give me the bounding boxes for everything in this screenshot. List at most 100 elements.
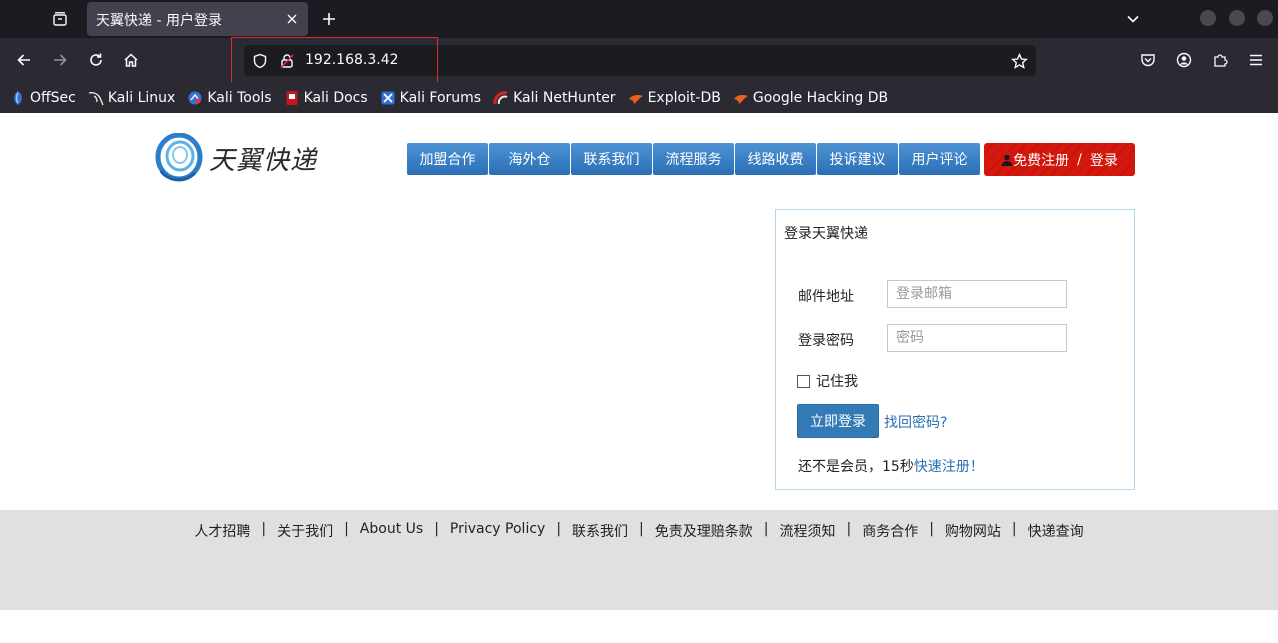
footer-link-about-us[interactable]: About Us [360,521,423,541]
bookmark-label: Exploit-DB [647,89,721,106]
footer-separator: | [1011,521,1017,537]
list-all-tabs-button[interactable] [1120,6,1146,32]
bookmark-offsec[interactable]: OffSec [10,90,76,106]
footer-link-careers[interactable]: 人才招聘 [194,521,250,541]
forward-button[interactable] [47,47,73,73]
bookmark-label: Kali Forums [399,89,482,106]
bookmark-label: Kali Docs [303,89,368,106]
bookmark-kali-docs[interactable]: Kali Docs [284,90,368,106]
login-submit-button[interactable]: 立即登录 [797,404,879,438]
bookmark-kali-nethunter[interactable]: Kali NetHunter [493,90,616,106]
arrow-left-icon [17,54,30,66]
tab-list-button[interactable] [44,6,76,32]
puzzle-icon [1214,54,1228,67]
remember-me[interactable]: 记住我 [797,371,858,391]
footer-link-business[interactable]: 商务合作 [862,521,918,541]
bookmark-kali-forums[interactable]: Kali Forums [380,90,481,106]
not-member-label: 还不是会员，15秒 [798,459,914,475]
footer-separator: | [556,521,562,537]
exploit-db-icon [628,90,644,106]
menu-item-franchise[interactable]: 加盟合作 [407,143,488,175]
footer-link-process[interactable]: 流程须知 [779,521,835,541]
login-label[interactable]: 登录 [1090,150,1118,170]
app-menu-button[interactable] [1243,47,1269,73]
plus-icon [323,13,335,25]
browser-tab-bar: 天翼快递 - 用户登录 [0,0,1278,38]
email-field[interactable] [887,280,1067,308]
remember-me-checkbox[interactable] [797,374,810,388]
logo-text: 天翼快递 [209,145,318,176]
back-button[interactable] [11,47,37,73]
star-icon [1010,52,1028,69]
url-text: 192.168.3.42 [305,52,399,68]
shield-icon [253,53,267,69]
window-minimize-button[interactable] [1200,10,1216,26]
bookmark-kali-linux[interactable]: Kali Linux [88,90,175,106]
password-field[interactable] [887,324,1067,352]
tracking-protection-button[interactable] [250,51,270,71]
footer-separator: | [344,521,349,537]
pocket-button[interactable] [1135,47,1161,73]
kali-dragon-icon [88,90,104,106]
footer-separator: | [639,521,644,537]
new-tab-button[interactable] [316,6,342,32]
tab-close-button[interactable] [282,9,302,29]
menu-item-process[interactable]: 流程服务 [653,143,734,175]
web-page: 天翼快递 加盟合作 海外仓 联系我们 流程服务 线路收费 投诉建议 用户评论 免… [0,113,1278,643]
menu-item-overseas-warehouse[interactable]: 海外仓 [489,143,570,175]
home-icon [124,53,138,67]
url-bar[interactable]: 192.168.3.42 [244,45,1036,76]
footer-link-privacy[interactable]: Privacy Policy [450,521,545,541]
site-logo[interactable]: 天翼快递 [155,133,325,183]
bookmark-exploit-db[interactable]: Exploit-DB [628,90,721,106]
account-button[interactable] [1171,47,1197,73]
tab-title: 天翼快递 - 用户登录 [96,13,222,29]
register-separator: / [1077,151,1082,168]
bookmark-label: Kali Linux [107,89,176,106]
login-panel: 登录天翼快递 邮件地址 登录密码 记住我 立即登录 找回密码? 还不是会员，15… [775,209,1135,490]
menu-item-route-fees[interactable]: 线路收费 [735,143,816,175]
browser-tab-active[interactable]: 天翼快递 - 用户登录 [87,2,308,36]
window-close-button[interactable] [1257,10,1273,26]
pocket-icon [1141,54,1155,67]
footer-link-about-cn[interactable]: 关于我们 [277,521,333,541]
register-label[interactable]: 免费注册 [1013,150,1069,170]
window-maximize-button[interactable] [1229,10,1245,26]
bookmark-ghdb[interactable]: Google Hacking DB [733,90,888,106]
bookmarks-toolbar: OffSec Kali Linux Kali Tools Kali Docs K… [0,82,1278,113]
insecure-lock-icon [280,54,294,69]
hamburger-menu-icon [1250,54,1262,66]
menu-item-reviews[interactable]: 用户评论 [899,143,980,175]
footer-separator: | [929,521,934,537]
footer-separator: | [434,521,439,537]
footer-link-tracking[interactable]: 快递查询 [1028,521,1084,541]
site-security-button[interactable] [277,51,297,71]
footer-links: 人才招聘 | 关于我们 | About Us | Privacy Policy | 联系… [0,521,1278,541]
site-footer: 人才招聘 | 关于我们 | About Us | Privacy Policy | 联系… [0,510,1278,610]
footer-separator: | [261,521,267,537]
user-icon [1001,154,1013,166]
footer-link-contact[interactable]: 联系我们 [572,521,628,541]
forgot-password-link[interactable]: 找回密码? [884,412,947,432]
arrow-right-icon [54,54,67,66]
login-panel-title: 登录天翼快递 [784,226,868,242]
kali-forums-icon [380,90,396,106]
quick-register-link[interactable]: 快速注册！ [914,459,984,475]
extensions-button[interactable] [1207,47,1233,73]
reload-button[interactable] [83,47,109,73]
footer-link-shopping[interactable]: 购物网站 [945,521,1001,541]
ghdb-icon [733,90,749,106]
bookmark-label: Kali Tools [207,89,272,106]
main-menu: 加盟合作 海外仓 联系我们 流程服务 线路收费 投诉建议 用户评论 [407,143,981,175]
chevron-down-icon [1127,15,1139,23]
bookmark-star-button[interactable] [1009,51,1029,71]
swirl-logo-icon [155,133,203,182]
home-button[interactable] [118,47,144,73]
offsec-icon [10,90,26,106]
bookmark-kali-tools[interactable]: Kali Tools [187,89,272,106]
register-login-button[interactable]: 免费注册 / 登录 [984,143,1135,176]
tab-list-icon [53,12,67,26]
footer-link-disclaimer[interactable]: 免责及理赔条款 [655,521,753,541]
menu-item-contact[interactable]: 联系我们 [571,143,652,175]
menu-item-complaints[interactable]: 投诉建议 [817,143,898,175]
